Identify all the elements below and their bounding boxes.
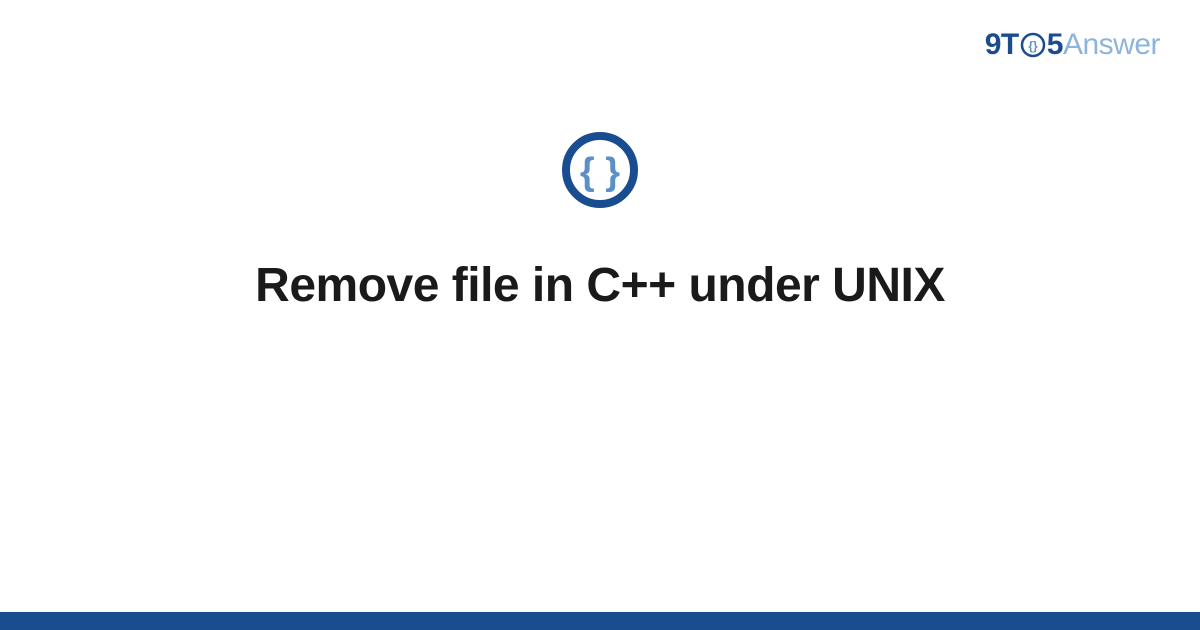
logo-o-icon: {} [1020,32,1046,58]
page-title: Remove file in C++ under UNIX [0,258,1200,313]
bottom-accent-bar [0,612,1200,630]
logo-text-5: 5 [1047,28,1063,62]
svg-text:{ }: { } [580,151,620,193]
logo-text-9t: 9T [985,28,1019,62]
code-braces-icon: { } [560,130,640,210]
logo-text-answer: Answer [1063,28,1160,62]
svg-text:{}: {} [1028,39,1038,53]
site-logo: 9T {} 5 Answer [985,28,1160,62]
